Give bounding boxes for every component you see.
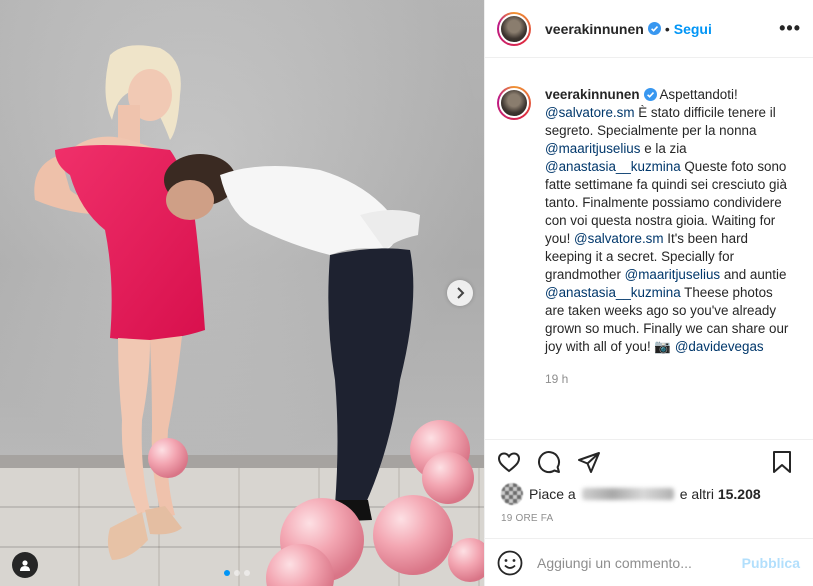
tagged-people-button[interactable] [12, 552, 38, 578]
share-button[interactable] [577, 450, 601, 474]
publish-button[interactable]: Pubblica [742, 555, 800, 571]
caption-avatar[interactable] [497, 86, 531, 120]
likes-suffix[interactable]: e altri [680, 486, 714, 502]
caption-area: veerakinnunen Aspettandoti! @salvatore.s… [485, 58, 813, 439]
carousel-dot [234, 570, 240, 576]
mention-link[interactable]: @anastasia__kuzmina [545, 159, 681, 174]
smiley-icon [497, 550, 523, 575]
follow-button[interactable]: Segui [674, 21, 712, 37]
save-button[interactable] [770, 450, 794, 474]
heart-icon [497, 451, 521, 472]
avatar[interactable] [497, 11, 531, 46]
caption-segment: and auntie [720, 267, 787, 282]
liker-username-blurred[interactable] [581, 488, 674, 500]
share-icon [578, 451, 600, 473]
post-timestamp[interactable]: 19 ORE FA [501, 513, 553, 524]
add-comment-bar: Pubblica [485, 538, 813, 586]
caption-username[interactable]: veerakinnunen [545, 87, 640, 102]
emoji-button[interactable] [497, 550, 523, 576]
caption-segment: Aspettandoti! [659, 87, 738, 102]
user-icon [20, 560, 30, 571]
caption-text: Aspettandoti! @salvatore.sm È stato diff… [545, 87, 788, 354]
more-options-icon[interactable]: ••• [779, 18, 801, 39]
verified-badge-icon [643, 88, 657, 101]
header-separator: • [664, 20, 670, 37]
action-bar [485, 439, 813, 483]
carousel-dot [224, 570, 230, 576]
carousel-dot [244, 570, 250, 576]
post-header: veerakinnunen • Segui ••• [485, 0, 813, 58]
likes-count[interactable]: 15.208 [718, 486, 761, 502]
caption-segment: e la zia [640, 141, 687, 156]
header-username[interactable]: veerakinnunen [545, 21, 644, 37]
mention-link[interactable]: @maaritjuselius [625, 267, 720, 282]
carousel-next-button[interactable] [447, 280, 473, 306]
like-button[interactable] [497, 450, 521, 474]
post-photo[interactable] [0, 0, 484, 586]
comment-input[interactable] [537, 554, 742, 571]
verified-badge-icon [647, 22, 661, 35]
comment-button[interactable] [537, 450, 561, 474]
carousel-indicator [224, 570, 250, 576]
caption-time[interactable]: 19 h [545, 370, 795, 388]
likes-prefix: Piace a [529, 486, 576, 502]
photo-illustration [34, 45, 484, 586]
mention-link[interactable]: @anastasia__kuzmina [545, 285, 681, 300]
caption: veerakinnunen Aspettandoti! @salvatore.s… [545, 86, 795, 439]
chevron-right-icon [457, 287, 465, 299]
bookmark-icon [773, 450, 791, 473]
mention-link[interactable]: @salvatore.sm [545, 105, 635, 120]
mention-link[interactable]: @davidevegas [675, 339, 764, 354]
mention-link[interactable]: @maaritjuselius [545, 141, 640, 156]
likes-summary: Piace a e altri 15.208 [501, 483, 761, 505]
comment-icon [538, 450, 561, 473]
post-side-panel: veerakinnunen • Segui ••• veerakinnunen … [484, 0, 813, 586]
liker-avatar[interactable] [501, 483, 523, 505]
mention-link[interactable]: @salvatore.sm [574, 231, 664, 246]
